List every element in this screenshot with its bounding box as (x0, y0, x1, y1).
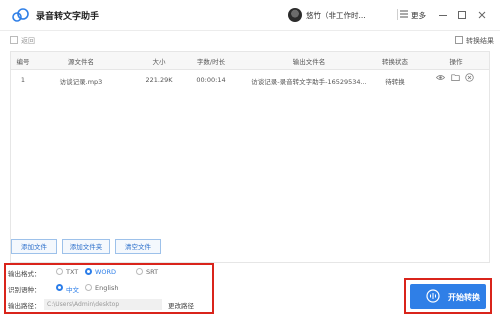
lang-english-radio[interactable] (85, 284, 92, 291)
recognition-language-label: 识别语种： (8, 286, 41, 294)
menu-icon[interactable] (400, 10, 408, 18)
app-title: 录音转文字助手 (36, 12, 100, 22)
col-size: 大小 (152, 58, 166, 66)
col-source: 源文件名 (68, 58, 94, 66)
col-status: 转换状态 (382, 58, 408, 66)
app-logo-icon (12, 8, 29, 22)
toolbar-divider (0, 30, 500, 31)
conversion-result-button[interactable]: 转换结果 (455, 36, 494, 46)
row-index: 1 (20, 76, 26, 84)
user-name[interactable]: 悠竹（非工作时... (306, 10, 366, 21)
format-txt-label[interactable]: TXT (66, 268, 78, 276)
file-table: 编号 源文件名 大小 字数/时长 输出文件名 转换状态 操作 1 访谈记录.mp… (10, 51, 490, 263)
result-icon (455, 36, 463, 44)
col-output: 输出文件名 (292, 58, 326, 66)
start-label: 开始转换 (448, 293, 480, 302)
output-format-label: 输出格式： (8, 270, 41, 278)
col-actions: 操作 (449, 58, 463, 66)
format-srt-radio[interactable] (136, 268, 143, 275)
col-duration: 字数/时长 (196, 58, 226, 66)
maximize-icon[interactable] (457, 10, 467, 20)
lang-english-label[interactable]: English (95, 284, 118, 292)
eye-icon[interactable] (436, 73, 445, 82)
back-button[interactable]: 返回 (10, 36, 35, 46)
row-output: 访谈记录-录音转文字助手-16529534... (251, 78, 367, 86)
add-folder-button[interactable]: 添加文件夹 (62, 239, 110, 254)
back-label: 返回 (21, 37, 35, 45)
clear-files-button[interactable]: 清空文件 (115, 239, 161, 254)
more-button[interactable]: 更多 (411, 10, 426, 21)
format-srt-label[interactable]: SRT (146, 268, 158, 276)
format-txt-radio[interactable] (56, 268, 63, 275)
change-path-button[interactable]: 更改路径 (168, 300, 194, 310)
table-header: 编号 源文件名 大小 字数/时长 输出文件名 转换状态 操作 (11, 52, 489, 70)
row-duration: 00:00:14 (196, 76, 226, 84)
convert-icon (426, 289, 440, 303)
close-icon[interactable] (477, 10, 487, 20)
back-icon (10, 36, 18, 44)
avatar[interactable] (288, 8, 302, 22)
format-word-label[interactable]: WORD (95, 268, 116, 276)
result-label: 转换结果 (466, 37, 494, 45)
row-size: 221.29K (145, 76, 173, 84)
folder-icon[interactable] (451, 73, 460, 82)
format-word-radio[interactable] (85, 268, 92, 275)
lang-chinese-radio[interactable] (56, 284, 63, 291)
minimize-icon[interactable] (438, 10, 448, 20)
add-file-button[interactable]: 添加文件 (11, 239, 57, 254)
col-index: 编号 (16, 58, 30, 66)
output-path-input[interactable]: C:\Users\Admin\desktop (44, 299, 162, 310)
row-status: 待转换 (385, 78, 405, 86)
divider (397, 9, 398, 20)
close-circle-icon[interactable] (465, 73, 474, 82)
output-path-label: 输出路径： (8, 302, 41, 310)
row-source: 访谈记录.mp3 (59, 78, 103, 86)
lang-chinese-label[interactable]: 中文 (66, 284, 79, 294)
